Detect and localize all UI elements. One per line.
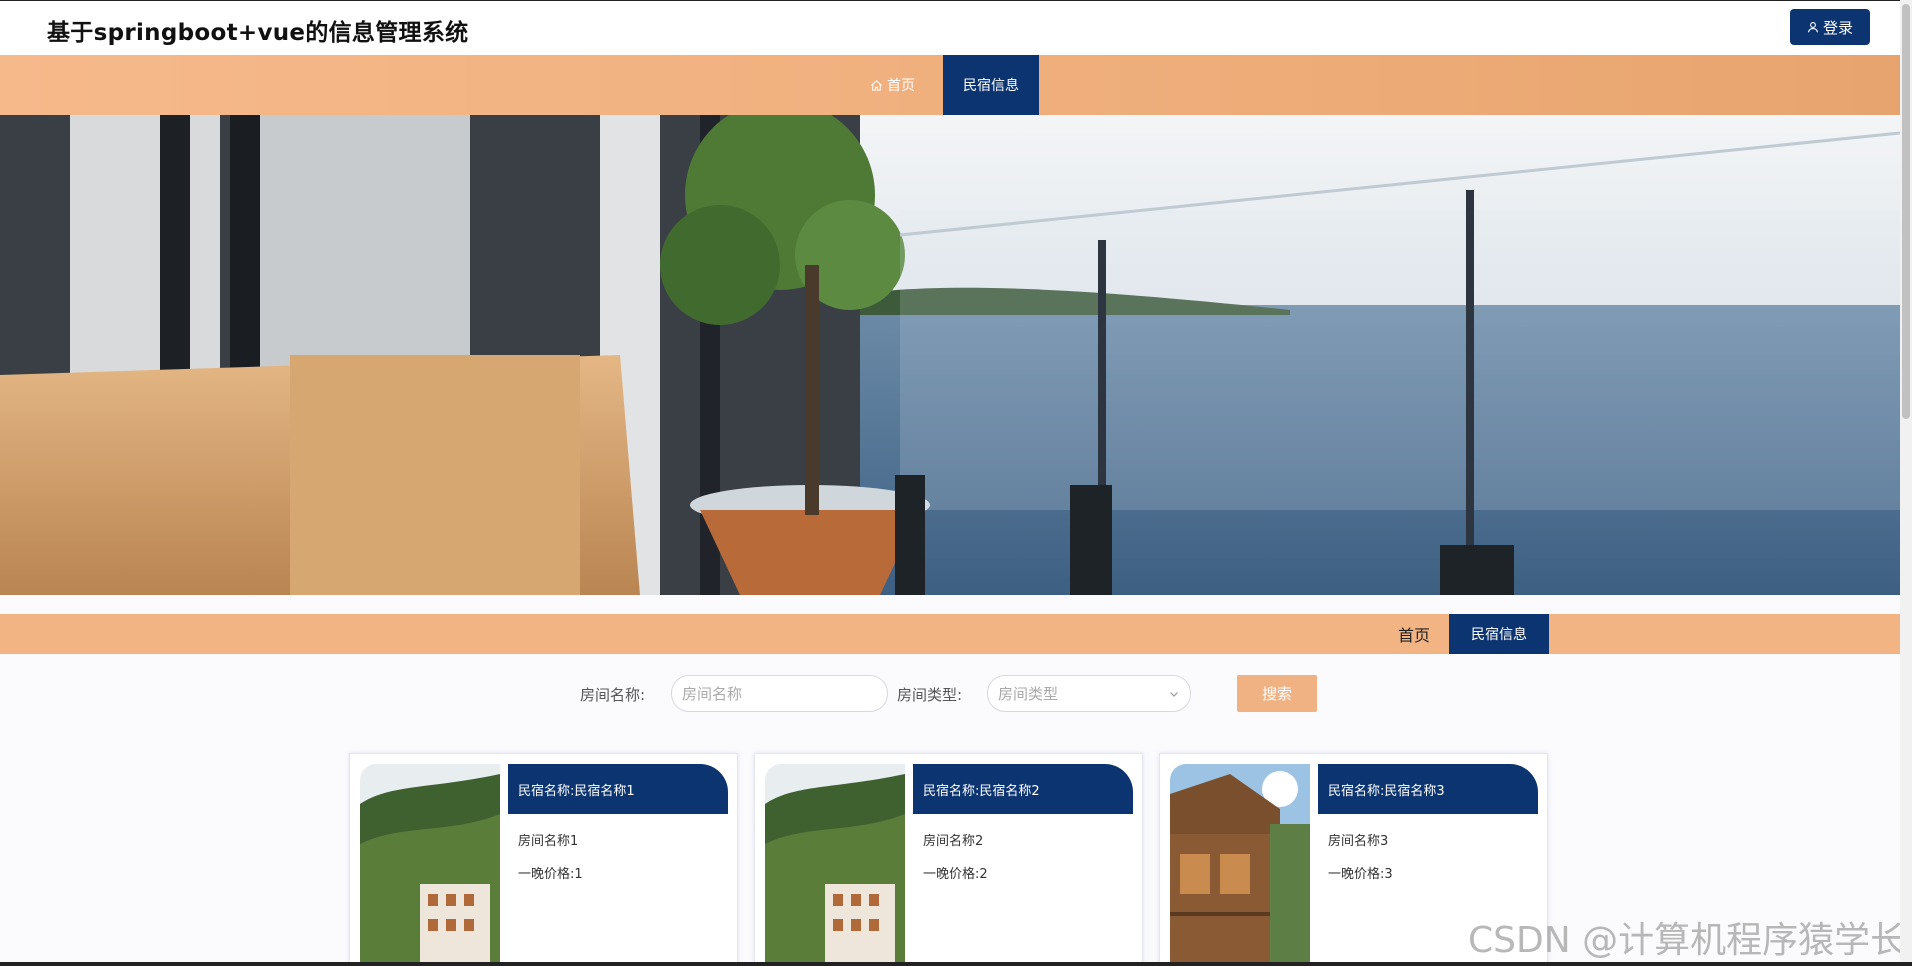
card-title: 民宿名称:民宿名称2 bbox=[913, 764, 1133, 814]
user-icon bbox=[1807, 22, 1819, 33]
home-icon bbox=[871, 79, 882, 91]
login-label: 登录 bbox=[1822, 18, 1853, 37]
room-name-input[interactable]: 房间名称 bbox=[671, 675, 888, 712]
secondary-nav: 首页 民宿信息 bbox=[0, 614, 1900, 654]
top-header: 基于springboot+vue的信息管理系统 登录 bbox=[0, 0, 1900, 55]
room-type-select[interactable]: 房间类型 bbox=[987, 675, 1191, 712]
card-room-name: 房间名称3 bbox=[1328, 834, 1389, 849]
homestay-photo bbox=[1170, 764, 1310, 965]
nav-home-label: 首页 bbox=[887, 78, 915, 94]
room-name-placeholder: 房间名称 bbox=[682, 685, 743, 703]
room-type-label: 房间类型: bbox=[897, 686, 963, 704]
homestay-card[interactable]: 民宿名称:民宿名称1 房间名称1 一晚价格:1 bbox=[349, 753, 738, 966]
banner-image bbox=[0, 115, 1900, 595]
login-button[interactable]: 登录 bbox=[1790, 9, 1870, 45]
homestay-card[interactable]: 民宿名称:民宿名称2 房间名称2 一晚价格:2 bbox=[754, 753, 1143, 966]
card-room-name: 房间名称2 bbox=[923, 834, 984, 849]
search-form: 房间名称: 房间名称 房间类型: 房间类型 搜索 bbox=[0, 675, 1900, 712]
homestay-photo bbox=[360, 764, 500, 965]
scrollbar-thumb[interactable] bbox=[1902, 4, 1910, 419]
card-price: 一晚价格:3 bbox=[1328, 867, 1393, 882]
card-price: 一晚价格:1 bbox=[518, 867, 583, 882]
card-title: 民宿名称:民宿名称3 bbox=[1318, 764, 1538, 814]
chevron-down-icon bbox=[1170, 691, 1178, 697]
homestay-photo bbox=[765, 764, 905, 965]
bottom-border bbox=[0, 962, 1912, 966]
scrollbar[interactable] bbox=[1900, 0, 1912, 966]
site-title: 基于springboot+vue的信息管理系统 bbox=[47, 20, 469, 46]
nav-item-home[interactable]: 首页 bbox=[870, 55, 915, 115]
main-nav: 首页 民宿信息 bbox=[0, 55, 1900, 115]
card-price: 一晚价格:2 bbox=[923, 867, 988, 882]
homestay-card-list: 民宿名称:民宿名称1 房间名称1 一晚价格:1 民宿名称:民宿名称2 房间名称2… bbox=[349, 753, 1549, 966]
search-button[interactable]: 搜索 bbox=[1237, 675, 1317, 712]
subnav-item-home[interactable]: 首页 bbox=[1398, 614, 1430, 654]
card-title: 民宿名称:民宿名称1 bbox=[508, 764, 728, 814]
nav-item-homestay-info[interactable]: 民宿信息 bbox=[943, 55, 1039, 115]
card-room-name: 房间名称1 bbox=[518, 834, 579, 849]
watermark: CSDN @计算机程序猿学长 bbox=[1468, 920, 1907, 961]
room-name-label: 房间名称: bbox=[580, 686, 646, 704]
room-type-placeholder: 房间类型 bbox=[998, 685, 1059, 703]
subnav-item-homestay-info[interactable]: 民宿信息 bbox=[1449, 614, 1549, 654]
